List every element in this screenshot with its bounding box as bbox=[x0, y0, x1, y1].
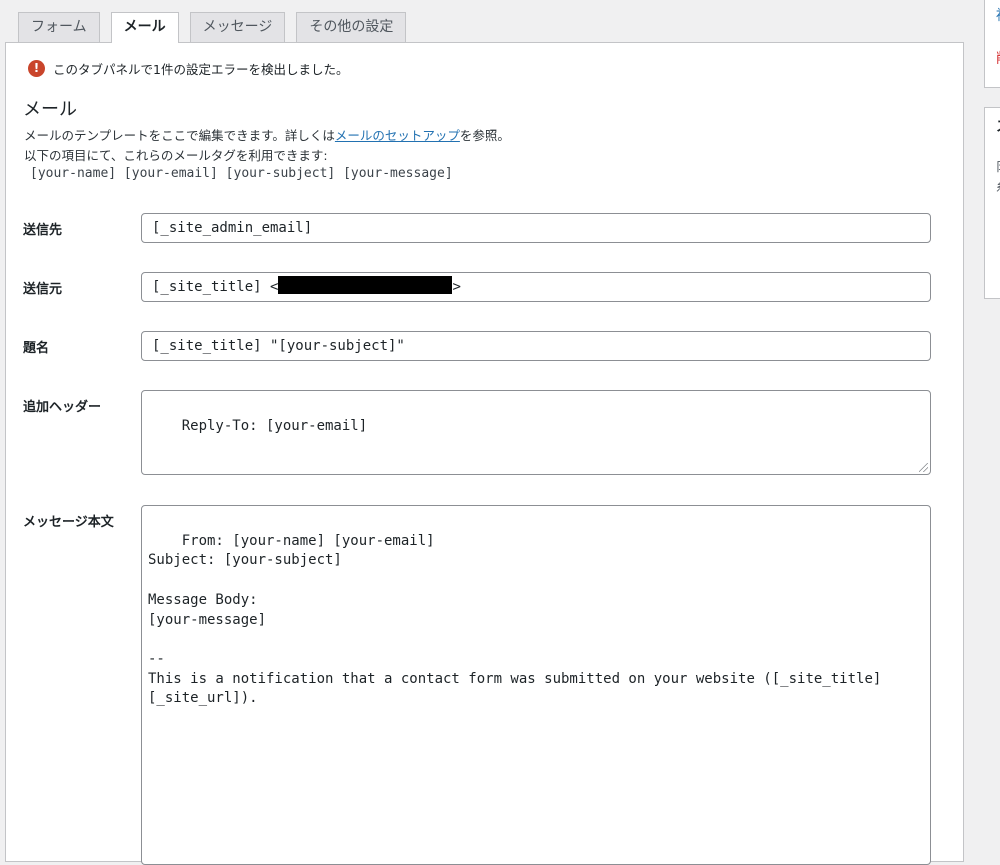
section-title: メール bbox=[23, 99, 77, 120]
additional-headers-textarea[interactable]: Reply-To: [your-email] bbox=[141, 390, 931, 475]
error-icon: ! bbox=[28, 60, 45, 77]
sidebar-box-title: ス bbox=[996, 116, 1000, 136]
sidebar-actions-box: 複 削 bbox=[984, 0, 1000, 88]
delete-link[interactable]: 削 bbox=[996, 48, 1000, 68]
tab-messages[interactable]: メッセージ bbox=[189, 12, 286, 42]
tab-form[interactable]: フォーム bbox=[18, 12, 100, 42]
config-error-notice: ! このタブパネルで1件の設定エラーを検出しました。 bbox=[28, 59, 348, 78]
tab-mail[interactable]: メール bbox=[110, 12, 179, 43]
mail-tags-intro: 以下の項目にて、これらのメールタグを利用できます: bbox=[24, 148, 328, 163]
mail-tab-panel: ! このタブパネルで1件の設定エラーを検出しました。 メール メールのテンプレー… bbox=[5, 42, 964, 865]
redacted-email bbox=[278, 276, 453, 294]
from-label: 送信元 bbox=[23, 282, 63, 297]
sidebar-box-text-1: 阝 bbox=[996, 158, 1000, 175]
description-text: メールのテンプレートをここで編集できます。詳しくは bbox=[24, 128, 335, 143]
message-body-textarea[interactable]: From: [your-name] [your-email] Subject: … bbox=[141, 505, 931, 865]
message-body-text: From: [your-name] [your-email] Subject: … bbox=[148, 532, 882, 707]
from-input-suffix: > bbox=[452, 279, 461, 295]
section-description: メールのテンプレートをここで編集できます。詳しくはメールのセットアップを参照。 … bbox=[24, 126, 510, 166]
resize-handle-icon[interactable] bbox=[919, 463, 928, 472]
from-input[interactable]: [_site_title] < > bbox=[141, 272, 931, 302]
tab-bar: フォーム メール メッセージ その他の設定 bbox=[18, 12, 407, 43]
subject-label: 題名 bbox=[23, 341, 50, 356]
to-input[interactable]: [_site_admin_email] bbox=[141, 213, 931, 243]
config-error-text: このタブパネルで1件の設定エラーを検出しました。 bbox=[53, 62, 349, 77]
sidebar-box-text-2: 糸 bbox=[996, 178, 1000, 195]
duplicate-link[interactable]: 複 bbox=[996, 5, 1000, 25]
mail-tags-list: [your-name] [your-email] [your-subject] … bbox=[30, 166, 453, 181]
additional-headers-label: 追加ヘッダー bbox=[23, 400, 102, 415]
mail-setup-link[interactable]: メールのセットアップ bbox=[335, 128, 460, 143]
tab-additional-settings[interactable]: その他の設定 bbox=[296, 12, 407, 42]
from-input-prefix: [_site_title] < bbox=[152, 279, 279, 295]
subject-input[interactable]: [_site_title] "[your-subject]" bbox=[141, 331, 931, 361]
description-text-end: を参照。 bbox=[459, 128, 510, 143]
to-label: 送信先 bbox=[23, 223, 63, 238]
additional-headers-text: Reply-To: [your-email] bbox=[181, 417, 368, 434]
message-body-label: メッセージ本文 bbox=[23, 515, 114, 530]
sidebar-info-box: ス 阝 糸 bbox=[984, 107, 1000, 299]
